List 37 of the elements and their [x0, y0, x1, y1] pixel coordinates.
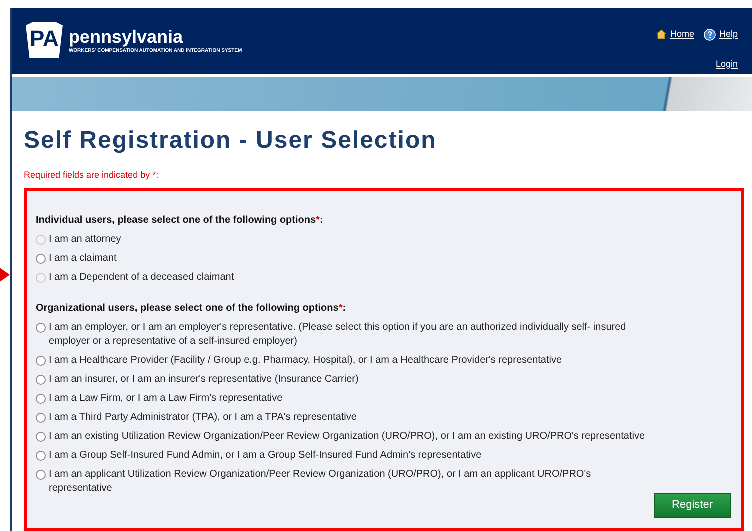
- help-icon: [704, 28, 716, 41]
- heading-colon: :: [320, 214, 324, 228]
- radio-button[interactable]: [36, 470, 46, 480]
- group-heading: Individual users, please select one of the following options: [36, 214, 316, 228]
- option-label: I am an employer, or I am an employer's representative. (Please select this option if you are an authorized individually self- insured employer or a representative of a self-insured employer): [49, 321, 628, 349]
- option-label: I am an insurer, or I am an insurer's representative (Insurance Carrier): [49, 373, 359, 387]
- radio-button[interactable]: [36, 394, 46, 404]
- house-icon: [656, 29, 668, 40]
- option-label: I am a Law Firm, or I am a Law Firm's representative: [49, 392, 283, 406]
- login-link[interactable]: Login: [716, 58, 738, 71]
- radio-button[interactable]: [36, 413, 46, 423]
- page-title: Self Registration - User Selection: [24, 126, 438, 156]
- radio-button[interactable]: [36, 375, 46, 385]
- radio-button[interactable]: [36, 323, 46, 333]
- option-label: I am a Dependent of a deceased claimant: [49, 271, 234, 285]
- option-label: I am an existing Utilization Review Organization/Peer Review Organization (URO/PRO), or I am an existing URO/PRO's representative: [49, 430, 646, 444]
- radio-button[interactable]: [36, 432, 46, 442]
- required-note: Required fields are indicated by *:: [24, 168, 160, 182]
- logo-wordmark: pennsylvania: [68, 26, 184, 48]
- required-mark: *: [316, 214, 320, 228]
- required-mark: *: [338, 302, 343, 316]
- option-label: I am an applicant Utilization Review Organization/Peer Review Organization (URO/PRO), or I am an applicant URO/PRO's representative: [49, 468, 592, 496]
- pointer-arrow-icon: [0, 268, 10, 282]
- nav-link[interactable]: Help: [719, 28, 738, 42]
- radio-button[interactable]: [36, 254, 46, 264]
- option-label: I am a claimant: [49, 252, 117, 266]
- group-heading: Organizational users, please select one of the following options: [36, 302, 339, 316]
- radio-button[interactable]: [36, 451, 46, 461]
- heading-colon: :: [342, 302, 346, 316]
- nav-link[interactable]: Home: [670, 28, 694, 42]
- option-label: I am a Group Self-Insured Fund Admin, or I am a Group Self-Insured Fund Admin's representative: [49, 449, 482, 463]
- logo-badge: PA: [26, 22, 63, 58]
- option-label: I am a Healthcare Provider (Facility / Group e.g. Pharmacy, Hospital), or I am a Healthcare Provider's representative: [49, 354, 562, 368]
- radio-button[interactable]: [36, 356, 46, 366]
- register-button[interactable]: Register: [654, 493, 731, 518]
- option-label: I am a Third Party Administrator (TPA), or I am a TPA's representative: [49, 411, 357, 425]
- option-label: I am an attorney: [49, 233, 122, 247]
